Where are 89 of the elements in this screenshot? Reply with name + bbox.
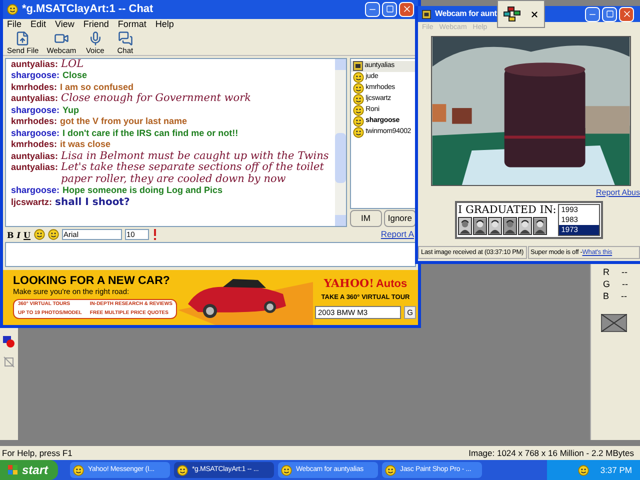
menu-item[interactable]: File	[7, 18, 22, 32]
chat-bubbles-icon	[118, 30, 133, 46]
close-button[interactable]	[399, 2, 414, 17]
chat-action-button[interactable]: IM	[350, 210, 382, 227]
chat-username: kmrhodes:	[11, 82, 58, 94]
app-icon	[73, 464, 84, 476]
maximize-icon	[606, 10, 614, 18]
maximize-icon	[386, 5, 394, 14]
bold-button[interactable]: B	[7, 230, 14, 240]
chat-username: auntyalias:	[11, 58, 58, 70]
maximize-button[interactable]	[602, 6, 617, 22]
start-button[interactable]: start	[0, 460, 58, 480]
minimize-button[interactable]	[585, 6, 600, 22]
minimize-button[interactable]	[365, 2, 380, 17]
ad-banner[interactable]	[3, 270, 418, 325]
menu-item[interactable]: Friend	[83, 18, 109, 32]
chat-username: shargoose:	[11, 128, 60, 140]
microphone-icon	[88, 30, 103, 46]
app-icon	[177, 464, 188, 476]
palette-icon[interactable]	[503, 6, 523, 22]
menu-item[interactable]: Edit	[30, 18, 46, 32]
windows-logo-icon	[8, 465, 18, 475]
webcam-icon	[352, 61, 363, 72]
window-title: *g.MSATClayArt:1 -- Chat	[22, 2, 154, 18]
report-link[interactable]: Report Abus	[596, 187, 640, 199]
messenger-icon	[7, 4, 18, 15]
ad-headline: I GRADUATED IN:	[458, 204, 556, 217]
file-icon	[15, 30, 30, 46]
preview-placeholder-icon	[601, 314, 627, 332]
italic-button[interactable]: I	[16, 230, 21, 240]
chat-username: shargoose:	[11, 70, 60, 82]
smiley-icon	[352, 116, 364, 127]
scrollbar[interactable]	[334, 58, 346, 226]
message-input[interactable]	[5, 242, 416, 268]
report-link[interactable]: Report A	[380, 228, 414, 242]
image-info: Image: 1024 x 768 x 16 Million - 2.2 MBytes	[468, 446, 635, 460]
chat-message: Close enough for Government work	[61, 93, 251, 105]
smiley-icon	[352, 82, 364, 94]
emoticon-icon	[48, 229, 58, 240]
chat-username: auntyalias:	[11, 93, 58, 105]
chat-message: Yup	[62, 104, 80, 116]
ad-headline: LOOKING FOR A NEW CAR?	[13, 275, 171, 288]
webcam-icon	[422, 10, 431, 18]
chat-username: kmrhodes:	[11, 139, 58, 151]
chat-username: shargoose:	[11, 185, 60, 197]
smiley-icon	[352, 104, 364, 116]
channel-label: G	[603, 278, 610, 290]
smiley-icon	[352, 94, 364, 105]
chat-message: got the V from your last name	[60, 116, 188, 128]
chat-username: kmrhodes:	[11, 116, 58, 128]
emoticon-icon	[34, 229, 44, 240]
underline-button[interactable]: U	[24, 230, 30, 240]
brand-logo: YAHOO! Autos	[324, 276, 408, 292]
chat-message: LOL	[61, 58, 84, 70]
channel-value: --	[622, 278, 628, 290]
chat-message: Close	[62, 70, 88, 82]
chat-username: auntyalias:	[11, 150, 58, 162]
chat-message: Let's take these separate sections off of the toilet paper roller, they are cooled down by now	[61, 162, 325, 186]
channel-value: --	[621, 290, 628, 302]
close-button[interactable]	[619, 6, 634, 22]
smiley-icon	[352, 126, 364, 138]
menu-item[interactable]: View	[55, 18, 74, 32]
chat-username: shargoose:	[11, 104, 60, 116]
smiley-icon	[352, 72, 364, 83]
menu-item[interactable]: Help	[155, 18, 174, 32]
chat-message: I don't care if the IRS can find me or not!!	[62, 128, 238, 140]
chat-action-button[interactable]: Ignore	[384, 210, 416, 227]
clock: 3:37 PM	[600, 464, 632, 476]
chat-message: I am so confused	[60, 82, 134, 93]
app-icon	[385, 464, 396, 476]
channel-value: --	[622, 266, 628, 278]
channel-label: R	[603, 266, 610, 278]
close-icon[interactable]	[530, 10, 539, 18]
chat-message: Hope someone is doing Log and Pics	[62, 185, 223, 197]
close-icon	[622, 9, 632, 19]
channel-label: B	[603, 290, 610, 302]
close-icon	[402, 4, 412, 14]
color-swatch-icon[interactable]	[3, 336, 15, 348]
menu-item[interactable]: Format	[118, 18, 146, 32]
chat-message: Lisa in Belmont must be caught up with the Twins	[61, 150, 329, 162]
tray-icon	[578, 464, 590, 476]
chat-username: auntyalias:	[11, 162, 58, 174]
window-title: Webcam for aunt	[435, 8, 497, 20]
chat-message: shall I shoot?	[55, 196, 130, 208]
app-icon	[281, 464, 292, 476]
chat-username: ljcswartz:	[11, 196, 52, 208]
chat-message: it was close	[60, 139, 111, 151]
status-text: For Help, press F1	[2, 446, 72, 460]
maximize-button[interactable]	[382, 2, 397, 17]
